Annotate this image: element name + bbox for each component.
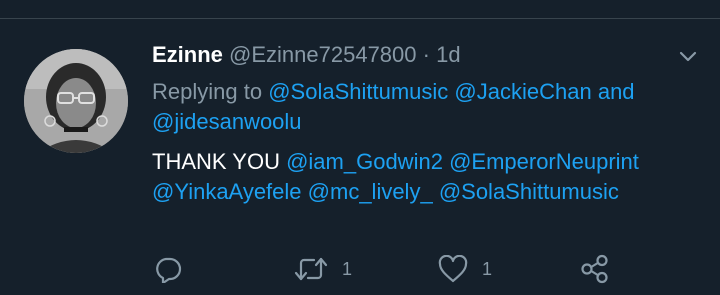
- retweet-count: 1: [342, 258, 353, 279]
- tweet-text-lead: THANK YOU: [152, 149, 280, 174]
- like-count: 1: [482, 258, 493, 279]
- timestamp[interactable]: 1d: [436, 42, 460, 67]
- chevron-down-icon[interactable]: [677, 45, 699, 67]
- share-icon: [580, 254, 610, 284]
- header-separator: ·: [422, 42, 430, 67]
- mention-link[interactable]: @JackieChan: [454, 79, 591, 104]
- tweet-content: Ezinne @Ezinne72547800 · 1d Replying to …: [152, 37, 700, 284]
- mention-link[interactable]: @EmperorNeuprint: [449, 149, 639, 174]
- tweet-header: Ezinne @Ezinne72547800 · 1d: [152, 37, 700, 73]
- replying-prefix: Replying to: [152, 79, 263, 104]
- tweet-actions: 1 1: [152, 253, 700, 285]
- reply-button[interactable]: [154, 253, 182, 285]
- mention-link[interactable]: @SolaShittumusic: [268, 79, 448, 104]
- mention-link[interactable]: @SolaShittumusic: [439, 179, 619, 204]
- share-button[interactable]: [580, 253, 610, 285]
- mention-link[interactable]: @YinkaAyefele: [152, 179, 302, 204]
- display-name[interactable]: Ezinne: [152, 42, 223, 67]
- mention-link[interactable]: @iam_Godwin2: [286, 149, 443, 174]
- mention-link[interactable]: @mc_lively_: [308, 179, 433, 204]
- tweet-text: THANK YOU @iam_Godwin2 @EmperorNeuprint …: [152, 147, 700, 207]
- retweet-icon: [294, 255, 328, 283]
- heart-icon: [438, 255, 468, 283]
- replying-to: Replying to @SolaShittumusic @JackieChan…: [152, 77, 700, 137]
- mention-link[interactable]: @jidesanwoolu: [152, 109, 302, 134]
- speech-bubble-icon: [154, 255, 182, 283]
- replying-conjunction[interactable]: and: [598, 79, 635, 104]
- like-button[interactable]: 1: [438, 253, 492, 285]
- avatar[interactable]: [24, 49, 128, 153]
- user-handle[interactable]: @Ezinne72547800: [229, 42, 416, 67]
- tweet-card[interactable]: Ezinne @Ezinne72547800 · 1d Replying to …: [0, 19, 720, 295]
- retweet-button[interactable]: 1: [294, 253, 352, 285]
